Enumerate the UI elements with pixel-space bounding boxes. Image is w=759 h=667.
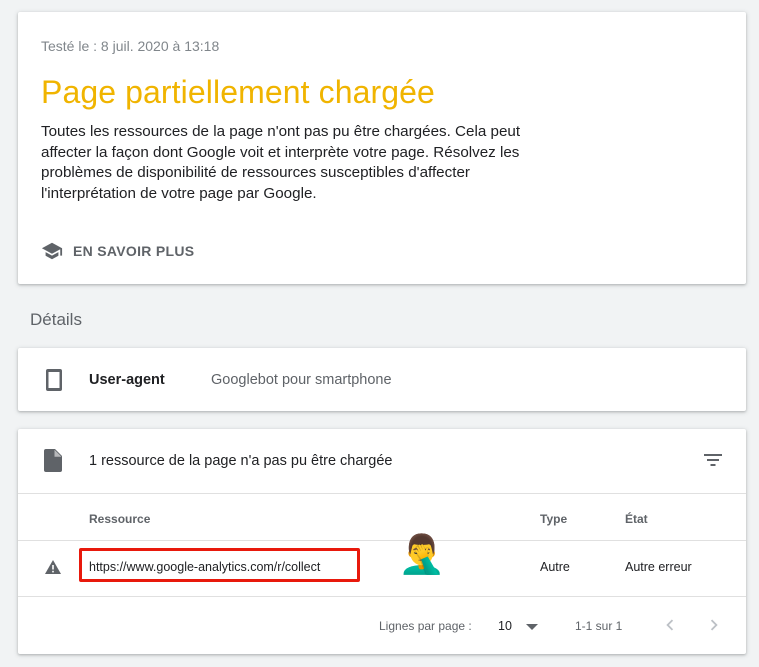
status-description: Toutes les ressources de la page n'ont p…	[41, 123, 521, 202]
chevron-right-icon[interactable]	[703, 614, 725, 636]
resources-heading: 1 ressource de la page n'a pas pu être c…	[89, 453, 393, 469]
filter-icon[interactable]	[703, 450, 723, 470]
divider	[18, 540, 746, 541]
facepalm-emoji: 🤦‍♂️	[398, 534, 446, 576]
column-header-type[interactable]: Type	[540, 512, 567, 526]
smartphone-icon	[46, 369, 62, 391]
details-section-title: Détails	[30, 310, 82, 329]
resource-state: Autre erreur	[625, 560, 692, 574]
user-agent-label: User-agent	[89, 372, 165, 388]
user-agent-card: User-agent Googlebot pour smartphone	[18, 348, 746, 411]
user-agent-value: Googlebot pour smartphone	[211, 372, 392, 388]
school-icon	[41, 242, 63, 260]
document-icon	[44, 449, 62, 472]
resources-card: 1 ressource de la page n'a pas pu être c…	[18, 429, 746, 654]
warning-icon	[45, 560, 61, 574]
rows-per-page-select[interactable]: 10	[498, 619, 512, 633]
status-summary-card: Testé le : 8 juil. 2020 à 13:18 Page par…	[18, 12, 746, 284]
tested-timestamp: Testé le : 8 juil. 2020 à 13:18	[41, 38, 220, 54]
resource-type: Autre	[540, 560, 570, 574]
learn-more-link[interactable]: EN SAVOIR PLUS	[41, 240, 194, 262]
page-status-title: Page partiellement chargée	[41, 74, 435, 110]
resource-url[interactable]: https://www.google-analytics.com/r/colle…	[89, 560, 320, 574]
divider	[18, 596, 746, 597]
column-header-resource[interactable]: Ressource	[89, 512, 150, 526]
chevron-left-icon[interactable]	[659, 614, 681, 636]
pagination-range: 1-1 sur 1	[575, 619, 623, 633]
divider	[18, 493, 746, 494]
learn-more-label: EN SAVOIR PLUS	[73, 243, 195, 259]
rows-per-page-label: Lignes par page :	[379, 619, 472, 633]
dropdown-arrow-icon[interactable]	[526, 624, 538, 630]
column-header-state[interactable]: État	[625, 512, 648, 526]
